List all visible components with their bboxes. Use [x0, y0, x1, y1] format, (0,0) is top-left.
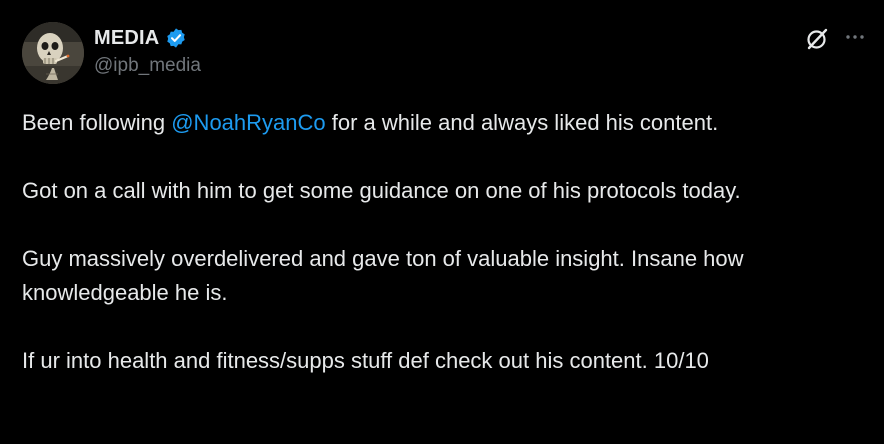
avatar[interactable]	[22, 22, 84, 84]
verified-badge-icon	[165, 27, 187, 49]
tweet-paragraph-1: Been following @NoahRyanCo for a while a…	[22, 106, 872, 140]
tweet-paragraph-2: Got on a call with him to get some guida…	[22, 178, 741, 203]
more-options-icon[interactable]	[844, 26, 866, 48]
tweet-body: Been following @NoahRyanCo for a while a…	[22, 106, 872, 378]
mention-link[interactable]: @NoahRyanCo	[171, 110, 325, 135]
tweet-text: for a while and always liked his content…	[325, 110, 719, 135]
skeleton-avatar-image	[22, 22, 84, 84]
author-display-name[interactable]: MEDIA	[94, 27, 159, 50]
tweet-paragraph-3: Guy massively overdelivered and gave ton…	[22, 246, 744, 305]
author-name-row[interactable]: MEDIA	[94, 24, 187, 52]
tweet-card: MEDIA @ipb_media Been following @NoahRya…	[0, 0, 884, 444]
author-handle[interactable]: @ipb_media	[94, 55, 201, 77]
grok-icon[interactable]	[804, 26, 830, 52]
tweet-text: Been following	[22, 110, 172, 135]
tweet-paragraph-4: If ur into health and fitness/supps stuf…	[22, 348, 709, 373]
